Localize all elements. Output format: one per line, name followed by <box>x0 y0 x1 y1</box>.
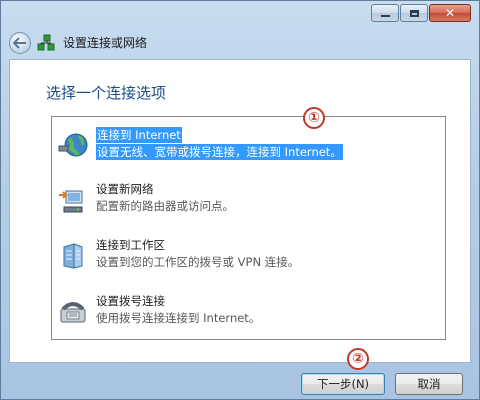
option-title: 设置拨号连接 <box>96 294 165 308</box>
caption-buttons: ✕ <box>370 4 471 22</box>
page-prompt: 选择一个连接选项 <box>46 84 167 102</box>
option-title: 连接到工作区 <box>96 238 165 252</box>
back-arrow-icon <box>13 37 26 49</box>
option-title: 连接到 Internet <box>96 127 182 143</box>
network-setup-icon <box>37 33 55 56</box>
connection-options-list: 连接到 Internet 设置无线、宽带或拨号连接，连接到 Internet。 … <box>51 116 446 340</box>
new-network-router-icon <box>58 185 88 215</box>
close-button[interactable]: ✕ <box>429 4 471 22</box>
option-description: 配置新的路由器或访问点。 <box>96 199 234 213</box>
option-description: 设置无线、宽带或拨号连接，连接到 Internet。 <box>96 144 343 160</box>
cancel-button[interactable]: 取消 <box>395 373 463 395</box>
window-title: 设置连接或网络 <box>63 36 148 50</box>
option-description: 设置到您的工作区的拨号或 VPN 连接。 <box>96 255 300 269</box>
annotation-badge-1: ① <box>303 107 325 129</box>
back-button[interactable] <box>9 32 31 54</box>
dialup-phone-icon <box>58 297 88 327</box>
minimize-icon <box>380 15 390 17</box>
next-button[interactable]: 下一步(N) <box>301 373 385 395</box>
content-panel: 选择一个连接选项 连接到 Internet 设置无线、宽带或拨号连接，连接到 I… <box>9 59 471 363</box>
minimize-button[interactable] <box>371 4 399 22</box>
maximize-button[interactable] <box>400 4 428 22</box>
option-workplace[interactable]: 连接到工作区 设置到您的工作区的拨号或 VPN 连接。 <box>52 235 445 285</box>
option-dialup[interactable]: 设置拨号连接 使用拨号连接连接到 Internet。 <box>52 291 445 341</box>
option-connect-internet[interactable]: 连接到 Internet 设置无线、宽带或拨号连接，连接到 Internet。 <box>52 125 445 175</box>
annotation-badge-2: ② <box>347 348 369 370</box>
dialog-window: ✕ 设置连接或网络 选择一个连接选项 连接到 Internet 设置无线、宽带或… <box>0 0 480 400</box>
option-title: 设置新网络 <box>96 182 154 196</box>
option-new-network[interactable]: 设置新网络 配置新的路由器或访问点。 <box>52 179 445 229</box>
workplace-building-icon <box>58 241 88 271</box>
close-icon: ✕ <box>444 6 456 20</box>
maximize-icon <box>409 9 419 17</box>
option-description: 使用拨号连接连接到 Internet。 <box>96 311 261 325</box>
globe-network-icon <box>58 131 88 161</box>
